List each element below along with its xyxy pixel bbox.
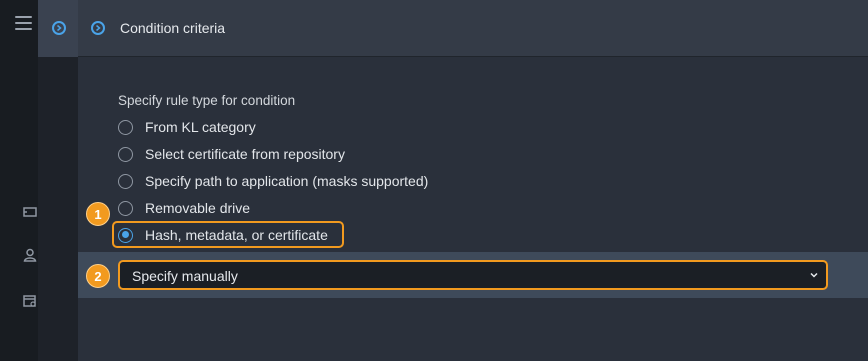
rule-type-label: Specify rule type for condition bbox=[118, 93, 296, 108]
radio-option-removable-drive[interactable]: Removable drive bbox=[118, 198, 250, 218]
menu-icon[interactable] bbox=[15, 16, 32, 30]
settings-window-icon[interactable] bbox=[23, 294, 37, 308]
condition-criteria-panel: Specify rule type for condition From KL … bbox=[78, 58, 868, 361]
app-navigation-rail bbox=[0, 0, 38, 361]
panel-header: Condition criteria bbox=[78, 0, 868, 57]
chevron-right-circle-icon[interactable] bbox=[91, 21, 105, 35]
radio-button[interactable] bbox=[118, 146, 133, 162]
radio-button[interactable] bbox=[118, 119, 133, 135]
radio-label: Removable drive bbox=[145, 200, 251, 216]
callout-badge-1: 1 bbox=[86, 202, 110, 226]
radio-option-kl-category[interactable]: From KL category bbox=[118, 117, 256, 137]
radio-label: From KL category bbox=[145, 119, 256, 135]
specify-manually-select[interactable]: Specify manually bbox=[118, 260, 828, 290]
highlight-frame bbox=[112, 221, 344, 248]
page-title: Condition criteria bbox=[120, 20, 226, 36]
radio-option-certificate-repository[interactable]: Select certificate from repository bbox=[118, 144, 345, 164]
callout-badge-2: 2 bbox=[86, 264, 110, 288]
chevron-down-icon bbox=[810, 272, 818, 278]
radio-option-application-path[interactable]: Specify path to application (masks suppo… bbox=[118, 171, 428, 191]
list-icon[interactable] bbox=[23, 205, 37, 219]
radio-label: Specify path to application (masks suppo… bbox=[145, 173, 429, 189]
select-value: Specify manually bbox=[132, 268, 238, 284]
radio-button[interactable] bbox=[118, 173, 133, 189]
drawer-rail bbox=[38, 0, 78, 361]
expand-drawer-button[interactable] bbox=[38, 0, 78, 57]
chevron-right-circle-icon bbox=[52, 21, 66, 35]
radio-button[interactable] bbox=[118, 200, 133, 216]
user-icon[interactable] bbox=[23, 248, 37, 262]
radio-label: Select certificate from repository bbox=[145, 146, 345, 162]
